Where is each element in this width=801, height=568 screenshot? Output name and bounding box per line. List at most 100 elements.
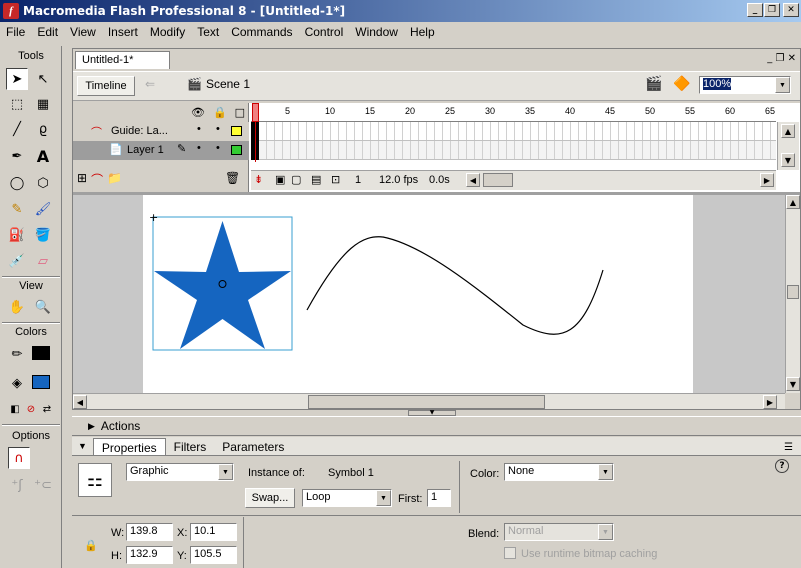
menu-insert[interactable]: Insert <box>102 25 144 39</box>
tab-properties[interactable]: Properties <box>92 438 166 455</box>
insert-layer-icon[interactable]: ⊞ <box>77 171 87 188</box>
delete-layer-icon[interactable]: 🗑 <box>225 171 240 185</box>
eraser-tool-icon[interactable]: ▱ <box>32 250 54 272</box>
minimize-button[interactable]: _ <box>747 3 763 17</box>
actions-panel-header[interactable]: ▶ Actions <box>72 416 801 436</box>
tab-parameters[interactable]: Parameters <box>214 438 292 455</box>
loop-mode-select[interactable]: Loop ▼ <box>302 489 392 507</box>
eye-icon[interactable]: 👁 <box>191 106 205 119</box>
lock-icon[interactable]: 🔒 <box>213 106 227 119</box>
y-field[interactable]: 105.5 <box>190 546 237 564</box>
stage-vertical-scrollbar[interactable]: ▲ ▼ <box>785 195 800 393</box>
layer-name-layer1[interactable]: Layer 1 <box>127 144 164 156</box>
menu-modify[interactable]: Modify <box>144 25 191 39</box>
timeline-vertical-scrollbar[interactable]: ▲ ▼ <box>777 122 799 170</box>
polystar-tool-icon[interactable]: ⬡ <box>32 172 54 194</box>
scroll-left-icon[interactable]: ◀ <box>73 395 87 409</box>
layer-name-guide[interactable]: Guide: La... <box>111 125 168 137</box>
constrain-lock-icon[interactable]: 🔒 <box>84 539 98 552</box>
timeline-toggle-button[interactable]: Timeline <box>77 76 135 96</box>
outline-icon[interactable]: □ <box>235 106 245 119</box>
gradient-transform-tool-icon[interactable]: ▦ <box>32 93 54 115</box>
tab-filters[interactable]: Filters <box>166 438 215 455</box>
insert-folder-icon[interactable]: 📁 <box>107 171 122 188</box>
line-tool-icon[interactable]: ╱ <box>6 118 28 140</box>
playhead[interactable] <box>252 103 259 122</box>
collapse-arrow-icon[interactable]: ▼ <box>72 439 93 453</box>
actions-title[interactable]: Actions <box>101 419 140 433</box>
scroll-down-icon[interactable]: ▼ <box>781 153 795 167</box>
layer-row-layer1[interactable]: 📄 Layer 1 ✎ • • <box>73 141 249 160</box>
selection-tool-icon[interactable]: ➤ <box>6 68 28 90</box>
close-button[interactable]: ✕ <box>783 3 799 17</box>
onion-outline-icon[interactable]: ▢ <box>291 173 301 186</box>
frame-row-guide[interactable] <box>251 122 776 141</box>
frame-row-layer1[interactable] <box>251 141 776 160</box>
menu-edit[interactable]: Edit <box>31 25 64 39</box>
edit-scene-icon[interactable]: 🎬 <box>645 76 662 92</box>
menu-control[interactable]: Control <box>299 25 350 39</box>
pen-tool-icon[interactable]: ✒ <box>6 145 28 167</box>
menu-commands[interactable]: Commands <box>225 25 298 39</box>
frame-grid[interactable]: 15101520253035404550556065 ⇟ ▣ ▢ ▤ ⊡ 1 1… <box>251 103 776 192</box>
menu-text[interactable]: Text <box>191 25 225 39</box>
help-icon[interactable]: ? <box>775 459 789 473</box>
scroll-up-icon[interactable]: ▲ <box>786 195 800 209</box>
eyedropper-tool-icon[interactable]: 💉 <box>6 250 28 272</box>
panel-options-icon[interactable]: ☰ <box>776 440 801 455</box>
ink-bottle-tool-icon[interactable]: ⛽ <box>6 224 28 246</box>
layer-row-guide[interactable]: ⌒ Guide: La... • • <box>73 122 249 141</box>
fill-color-swatch[interactable] <box>32 375 50 389</box>
zoom-tool-icon[interactable]: 🔍 <box>32 296 54 318</box>
scroll-up-icon[interactable]: ▲ <box>781 124 795 138</box>
width-field[interactable]: 139.8 <box>126 523 173 541</box>
center-frame-icon[interactable]: ⇟ <box>254 173 263 186</box>
scene-label[interactable]: Scene 1 <box>206 77 250 91</box>
swap-button[interactable]: Swap... <box>245 488 295 508</box>
symbol-behavior-select[interactable]: Graphic ▼ <box>126 463 234 481</box>
stage-canvas[interactable]: + <box>143 195 693 393</box>
paint-bucket-tool-icon[interactable]: 🪣 <box>32 224 54 246</box>
menu-help[interactable]: Help <box>404 25 441 39</box>
subselection-tool-icon[interactable]: ↖ <box>32 68 54 90</box>
oval-tool-icon[interactable]: ◯ <box>6 172 28 194</box>
edit-symbols-icon[interactable]: 🔶 <box>673 76 690 92</box>
scroll-right-icon[interactable]: ▶ <box>760 173 774 187</box>
document-tab[interactable]: Untitled-1* <box>75 51 170 69</box>
snap-to-objects-icon[interactable]: ∩ <box>8 447 30 469</box>
lock-dot[interactable]: • <box>216 142 220 154</box>
frame-ruler[interactable]: 15101520253035404550556065 <box>251 103 776 122</box>
restore-button[interactable]: ❐ <box>764 3 780 17</box>
x-field[interactable]: 10.1 <box>190 523 237 541</box>
stage-pasteboard[interactable]: + <box>73 195 785 393</box>
first-frame-field[interactable]: 1 <box>427 489 451 507</box>
stage[interactable]: + <box>143 195 693 393</box>
vertical-scroll-thumb[interactable] <box>787 285 799 299</box>
frame-rate[interactable]: 12.0 fps <box>379 174 418 186</box>
back-arrow-icon[interactable]: ⇐ <box>145 77 155 91</box>
pencil-tool-icon[interactable]: ✎ <box>6 198 28 220</box>
expand-arrow-icon[interactable]: ▶ <box>88 421 95 432</box>
modify-onion-icon[interactable]: ⊡ <box>331 173 340 186</box>
onion-skin-icon[interactable]: ▣ <box>275 173 285 186</box>
height-field[interactable]: 132.9 <box>126 546 173 564</box>
scroll-right-icon[interactable]: ▶ <box>763 395 777 409</box>
doc-window-controls[interactable]: _ ❐ ✕ <box>767 53 796 64</box>
color-effect-select[interactable]: None ▼ <box>504 463 614 481</box>
layer-color-swatch[interactable] <box>231 126 242 136</box>
text-tool-icon[interactable]: A <box>32 145 54 167</box>
hand-tool-icon[interactable]: ✋ <box>6 296 28 318</box>
scroll-down-icon[interactable]: ▼ <box>786 377 800 391</box>
menu-window[interactable]: Window <box>349 25 404 39</box>
visibility-dot[interactable]: • <box>197 142 201 154</box>
zoom-select[interactable]: 100% ▼ <box>699 76 791 94</box>
swap-colors-icon[interactable]: ⇄ <box>36 398 58 420</box>
free-transform-tool-icon[interactable]: ⬚ <box>6 93 28 115</box>
horizontal-scroll-thumb[interactable] <box>483 173 513 187</box>
layer-color-swatch[interactable] <box>231 145 242 155</box>
edit-multiple-icon[interactable]: ▤ <box>311 173 321 186</box>
lasso-tool-icon[interactable]: ϱ <box>32 118 54 140</box>
visibility-dot[interactable]: • <box>197 123 201 135</box>
brush-tool-icon[interactable]: 🖌 <box>32 198 54 220</box>
stage-horizontal-scrollbar[interactable]: ◀ ▶ <box>73 393 785 409</box>
